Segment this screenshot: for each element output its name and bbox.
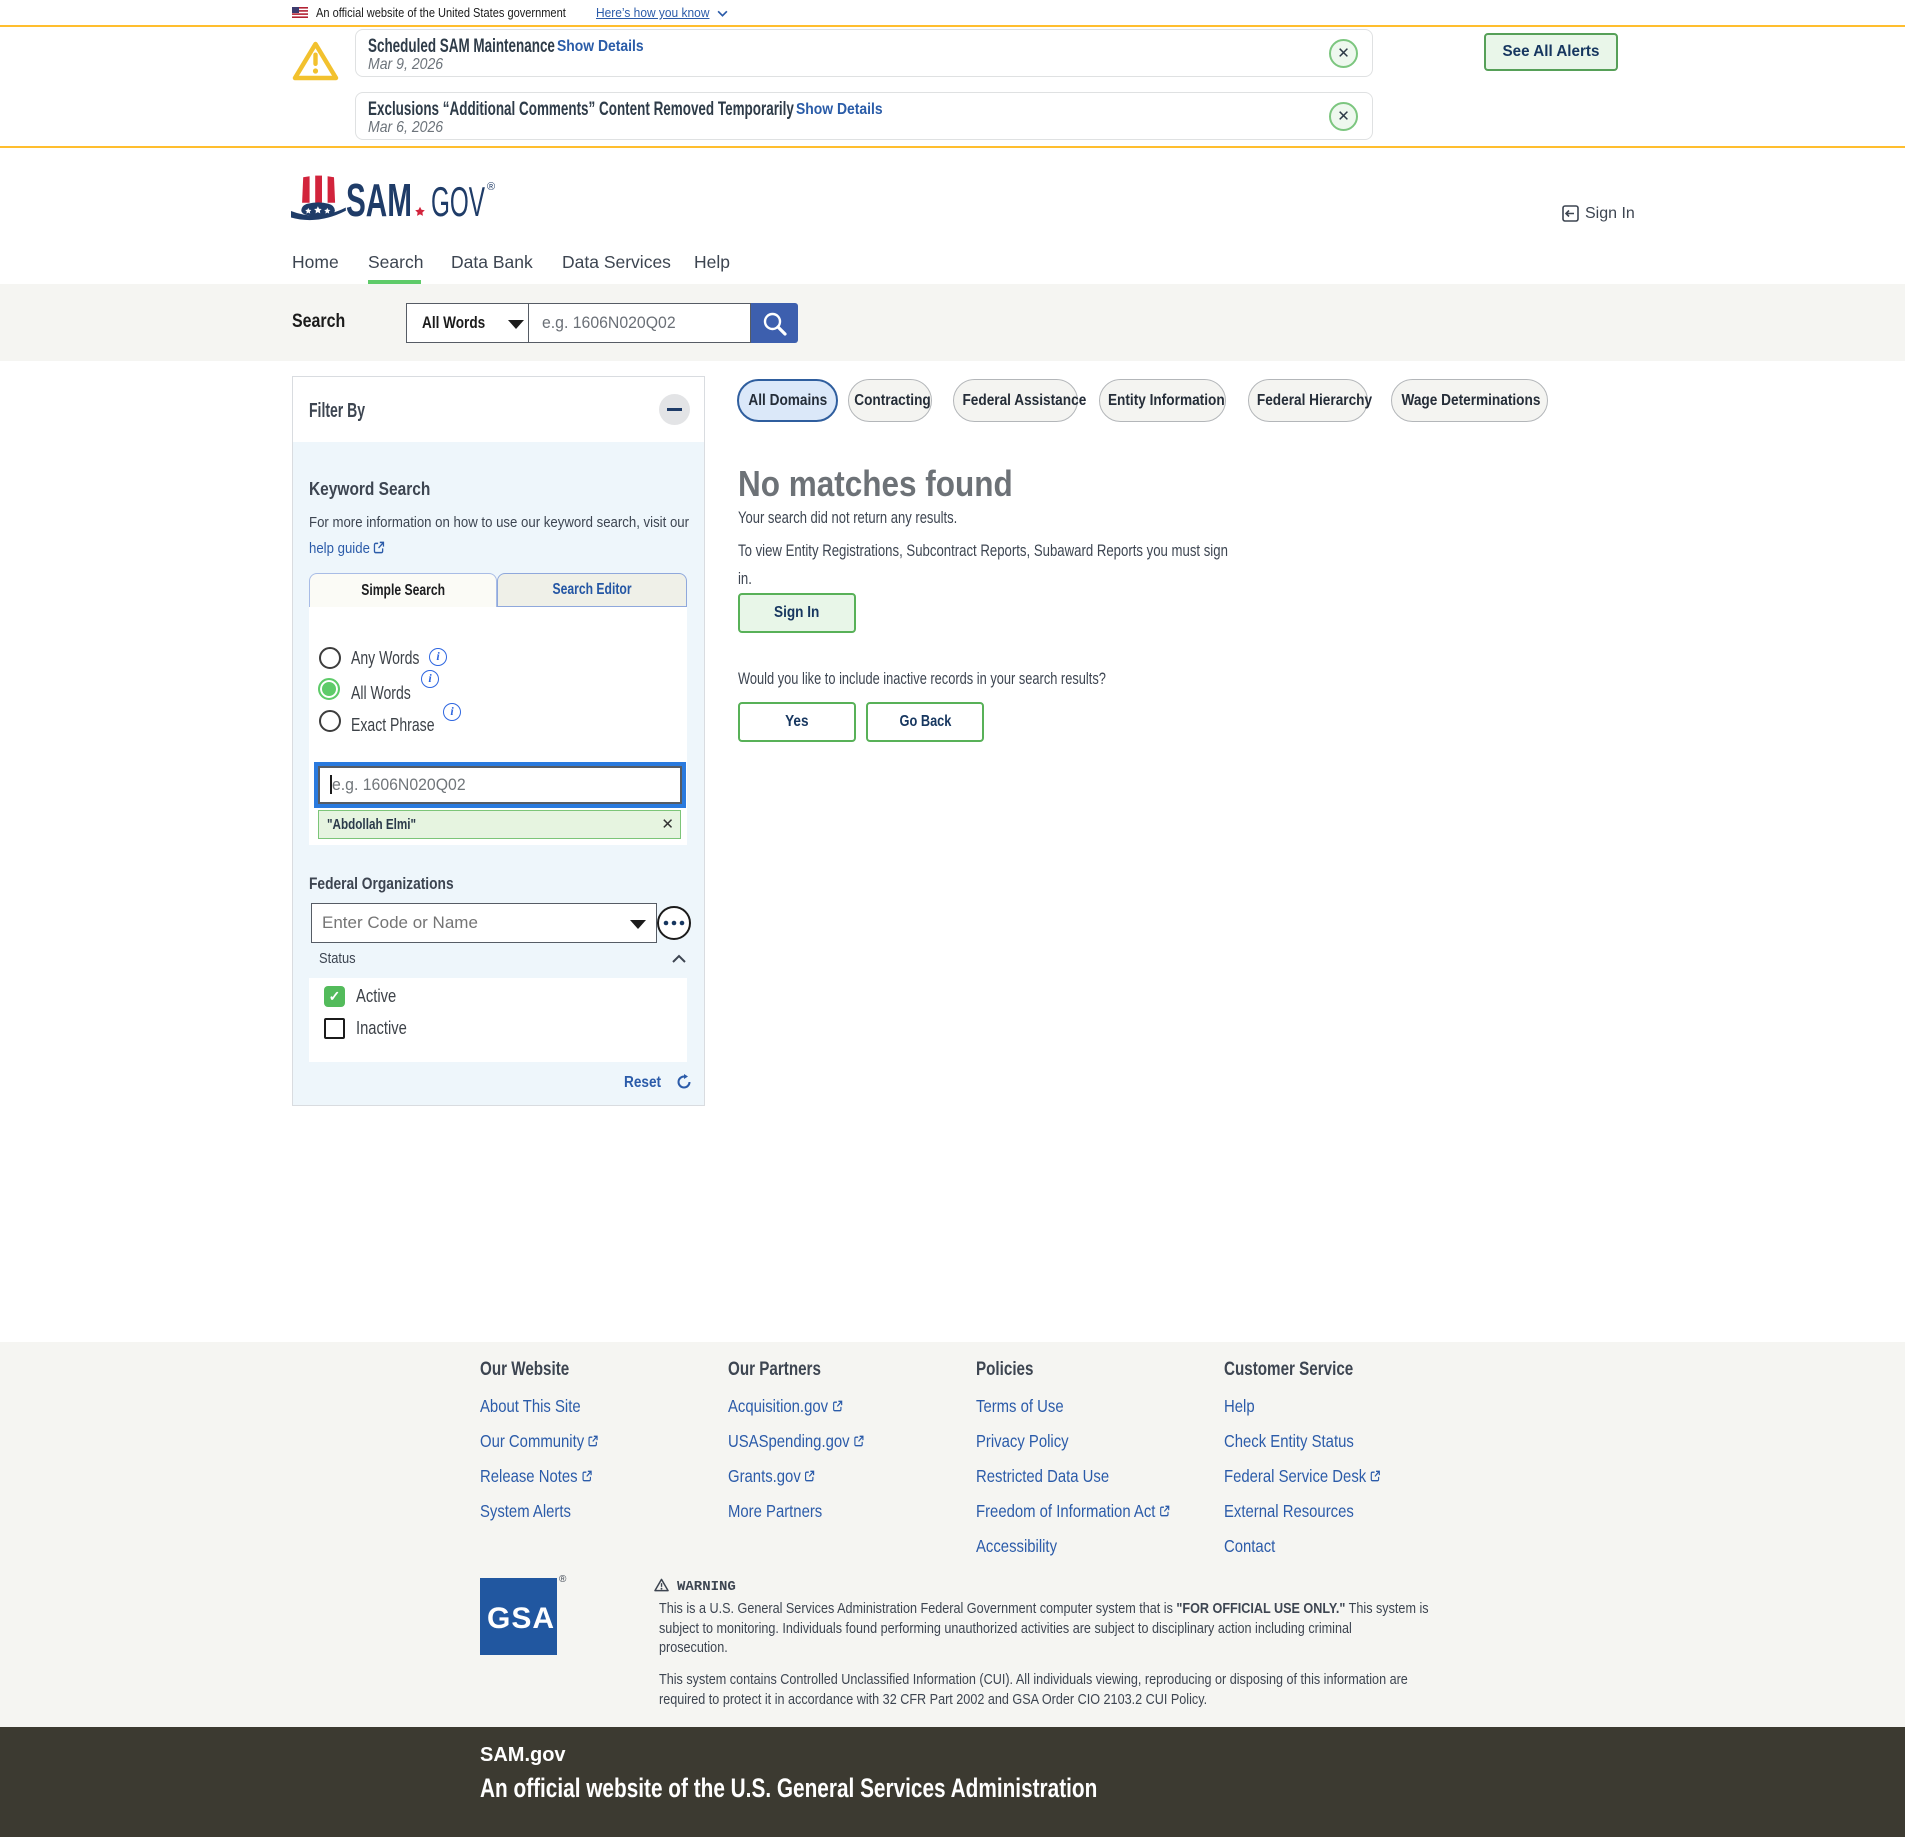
svg-text:GOV: GOV [431, 178, 485, 225]
svg-text:®: ® [487, 181, 495, 193]
svg-text:SAM: SAM [346, 174, 412, 225]
